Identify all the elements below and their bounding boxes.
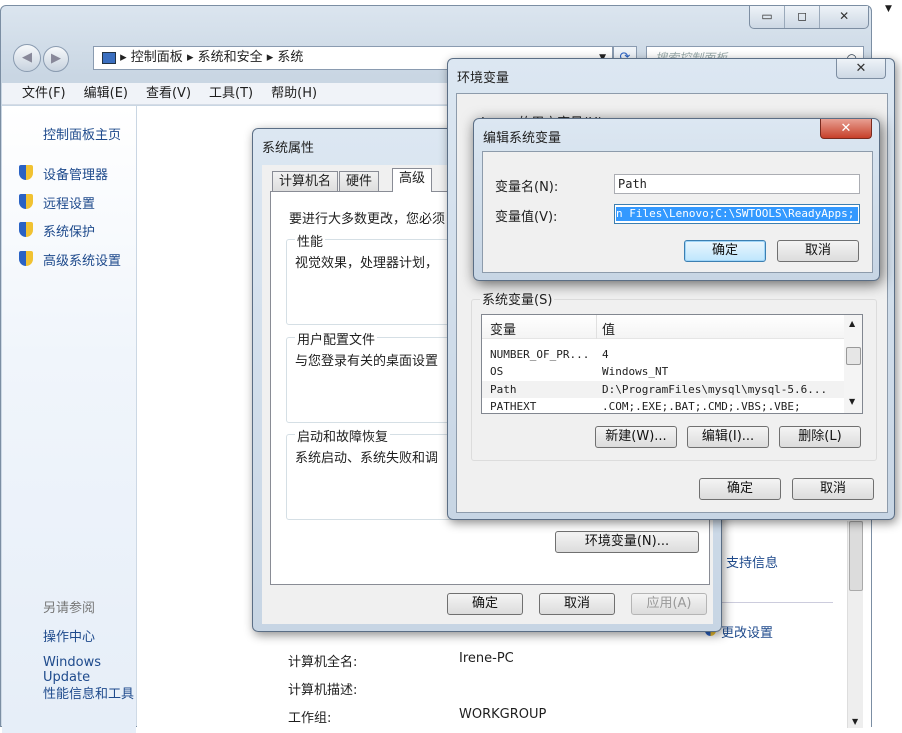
sidebar: 控制面板主页 设备管理器 远程设置 系统保护 高级系统设置 另请参阅 操作中心 … [2,106,136,733]
maximize-button[interactable]: ◻ [785,6,821,28]
shield-icon [19,251,33,266]
dialog-title: 系统属性 [262,141,315,156]
edit-system-variable-dialog: 编辑系统变量 ✕ 变量名(N): Path 变量值(V): n Files\Le… [473,118,880,281]
system-vars-group: 系统变量(S) 变量 值 NUMBER_OF_PR... 4 OS Windows_… [471,289,877,461]
variable-name-label: 变量名(N): [495,180,559,195]
field-label: 计算机描述: [288,683,358,698]
see-also-heading: 另请参阅 [43,601,96,616]
scrollbar-thumb[interactable] [846,347,861,365]
shield-icon [19,165,33,180]
dialog-title: 环境变量 [457,71,510,86]
cancel-button[interactable]: 取消 [777,240,859,262]
table-row[interactable]: Path D:\ProgramFiles\mysql\mysql-5.6... [482,381,844,398]
ok-button[interactable]: 确定 [684,240,766,262]
scroll-down-icon[interactable]: ▼ [852,717,858,726]
tab-computer-name[interactable]: 计算机名 [272,171,339,192]
ok-button[interactable]: 确定 [699,478,781,500]
back-button[interactable]: ◀ [13,44,41,72]
table-row[interactable]: NUMBER_OF_PR... 4 [482,346,844,363]
link-windows-update[interactable]: Windows Update [43,655,136,685]
system-vars-list[interactable]: 变量 值 NUMBER_OF_PR... 4 OS Windows_NT Path D… [481,314,863,414]
scroll-up-icon[interactable]: ▲ [849,319,855,328]
field-label: 计算机全名: [288,655,358,670]
variable-value-input[interactable]: n Files\Lenovo;C:\SWTOOLS\ReadyApps; [614,204,860,224]
column-header-variable[interactable]: 变量 [490,319,516,338]
shield-icon [19,222,33,237]
computer-icon [102,51,116,64]
tab-hardware[interactable]: 硬件 [339,171,380,192]
minimize-button[interactable]: ▭ [750,6,786,28]
breadcrumb-control-panel[interactable]: 控制面板 [131,50,183,65]
shield-icon [19,194,33,209]
delete-button[interactable]: 删除(L) [779,426,861,448]
column-header-value[interactable]: 值 [602,319,615,338]
edit-button[interactable]: 编辑(I)... [687,426,769,448]
sidebar-home-link[interactable]: 控制面板主页 [43,124,121,143]
close-button[interactable]: ✕ [836,59,886,79]
ok-button[interactable]: 确定 [447,593,523,615]
support-info-link[interactable]: 支持信息 [726,552,778,571]
cancel-button[interactable]: 取消 [539,593,615,615]
sidebar-remote-settings[interactable]: 远程设置 [43,193,95,212]
breadcrumb-system[interactable]: 系统 [277,50,303,65]
forward-button[interactable]: ▶ [43,46,69,72]
breadcrumb-system-security[interactable]: 系统和安全 [198,50,263,65]
link-action-center[interactable]: 操作中心 [43,626,95,645]
field-value: WORKGROUP [459,707,547,722]
scrollbar-thumb[interactable] [849,521,863,591]
change-settings-link[interactable]: 更改设置 [721,622,773,641]
variable-name-input[interactable]: Path [614,174,860,194]
menu-view[interactable]: 查看(V) [146,83,191,104]
window-controls: ▭ ◻ ✕ [749,6,869,29]
cancel-button[interactable]: 取消 [792,478,874,500]
field-label: 工作组: [288,711,332,726]
sidebar-device-manager[interactable]: 设备管理器 [43,164,108,183]
scroll-down-icon[interactable]: ▼ [849,397,855,406]
table-row[interactable]: PATHEXT .COM;.EXE;.BAT;.CMD;.VBS;.VBE; [482,398,844,413]
chevron-down-icon[interactable]: ▼ [885,4,892,14]
environment-variables-button[interactable]: 环境变量(N)... [555,531,699,553]
field-value: Irene-PC [459,651,514,666]
close-button[interactable]: ✕ [820,119,872,139]
menu-edit[interactable]: 编辑(E) [84,83,128,104]
table-row[interactable]: OS Windows_NT [482,363,844,380]
scrollbar[interactable]: ▼ [847,521,863,728]
variable-value-label: 变量值(V): [495,210,558,225]
dialog-title: 编辑系统变量 [483,131,562,146]
scrollbar[interactable]: ▲ ▼ [844,315,862,413]
sidebar-advanced-settings[interactable]: 高级系统设置 [43,250,121,269]
menu-help[interactable]: 帮助(H) [271,83,317,104]
tab-advanced[interactable]: 高级 [392,168,433,192]
close-button[interactable]: ✕ [820,6,868,28]
new-button[interactable]: 新建(W)... [595,426,677,448]
sidebar-system-protection[interactable]: 系统保护 [43,221,95,240]
intro-text: 要进行大多数更改，您必须 [289,212,446,227]
menu-tools[interactable]: 工具(T) [209,83,253,104]
link-performance-tools[interactable]: 性能信息和工具 [43,683,134,702]
apply-button[interactable]: 应用(A) [631,593,707,615]
menu-file[interactable]: 文件(F) [22,83,66,104]
